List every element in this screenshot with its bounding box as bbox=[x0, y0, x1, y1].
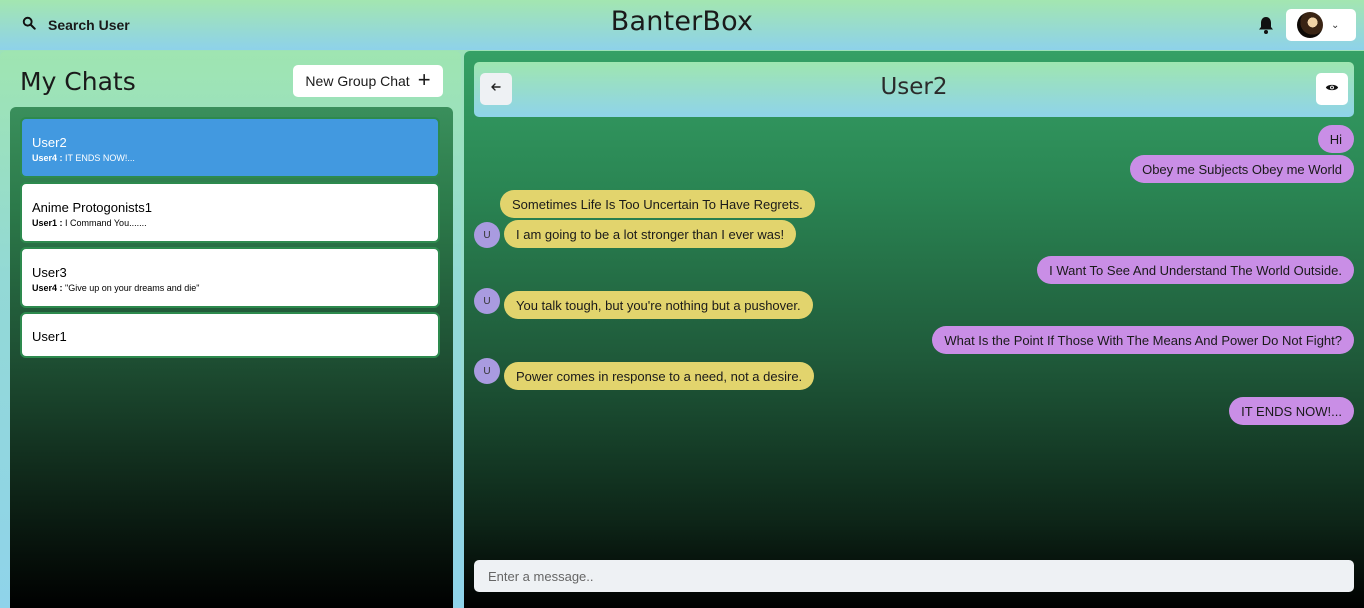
new-group-chat-label: New Group Chat bbox=[305, 73, 410, 89]
chevron-down-icon: ⌄ bbox=[1331, 19, 1340, 31]
chat-preview: User4 : IT ENDS NOW!... bbox=[32, 153, 428, 163]
app-title: BanterBox bbox=[610, 6, 754, 37]
sender-avatar[interactable]: U bbox=[474, 358, 500, 384]
eye-icon bbox=[1325, 80, 1339, 98]
back-button[interactable] bbox=[480, 73, 512, 105]
chat-name: User2 bbox=[32, 135, 67, 150]
search-label: Search User bbox=[48, 17, 130, 33]
chat-name: Anime Protogonists1 bbox=[32, 200, 152, 215]
chat-name: User3 bbox=[32, 265, 67, 280]
message-bubble-mine: What Is the Point If Those With The Mean… bbox=[932, 326, 1354, 354]
message-bubble-theirs: Power comes in response to a need, not a… bbox=[504, 362, 815, 390]
bell-icon[interactable] bbox=[1257, 15, 1275, 35]
top-bar: Search User BanterBox ⌄ bbox=[0, 0, 1364, 50]
chat-preview-sender: User4 : bbox=[32, 283, 63, 293]
new-group-chat-button[interactable]: New Group Chat + bbox=[293, 65, 443, 97]
profile-menu-button[interactable]: ⌄ bbox=[1286, 9, 1356, 41]
chat-preview-sender: User1 : bbox=[32, 218, 63, 228]
chat-item-user1[interactable]: User1 bbox=[20, 312, 440, 358]
message-bubble-theirs: You talk tough, but you're nothing but a… bbox=[504, 291, 813, 319]
search-icon bbox=[22, 16, 36, 35]
chat-title: User2 bbox=[880, 74, 948, 100]
my-chats-title: My Chats bbox=[20, 67, 136, 96]
search-user-button[interactable]: Search User bbox=[14, 8, 138, 42]
chat-list: User2 User4 : IT ENDS NOW!... Anime Prot… bbox=[10, 107, 453, 608]
chat-preview-text: IT ENDS NOW!... bbox=[65, 153, 135, 163]
message-bubble-mine: Hi bbox=[1317, 125, 1354, 153]
message-bubble-mine: IT ENDS NOW!... bbox=[1229, 397, 1354, 425]
user-avatar bbox=[1297, 12, 1323, 38]
arrow-left-icon bbox=[490, 80, 502, 98]
chat-preview: User4 : "Give up on your dreams and die" bbox=[32, 283, 428, 293]
message-input[interactable] bbox=[474, 560, 1354, 592]
chat-preview: User1 : I Command You....... bbox=[32, 218, 428, 228]
message-bubble-mine: Obey me Subjects Obey me World bbox=[1130, 155, 1354, 183]
chat-preview-sender: User4 : bbox=[32, 153, 63, 163]
sender-avatar[interactable]: U bbox=[474, 288, 500, 314]
chat-item-user2[interactable]: User2 User4 : IT ENDS NOW!... bbox=[20, 117, 440, 178]
my-chats-panel: My Chats New Group Chat + User2 User4 : … bbox=[0, 51, 461, 608]
sender-avatar[interactable]: U bbox=[474, 222, 500, 248]
chat-name: User1 bbox=[32, 329, 67, 344]
chat-preview-text: "Give up on your dreams and die" bbox=[65, 283, 200, 293]
plus-icon: + bbox=[417, 67, 431, 92]
chat-panel: User2 Hi Obey me Subjects Obey me World … bbox=[464, 51, 1364, 608]
view-profile-button[interactable] bbox=[1316, 73, 1348, 105]
message-bubble-theirs: Sometimes Life Is Too Uncertain To Have … bbox=[500, 190, 815, 218]
chat-preview-text: I Command You....... bbox=[65, 218, 147, 228]
message-bubble-mine: I Want To See And Understand The World O… bbox=[1037, 256, 1354, 284]
message-bubble-theirs: I am going to be a lot stronger than I e… bbox=[504, 220, 797, 248]
chat-header: User2 bbox=[474, 62, 1354, 117]
chat-item-anime-protogonists1[interactable]: Anime Protogonists1 User1 : I Command Yo… bbox=[20, 182, 440, 243]
chat-item-user3[interactable]: User3 User4 : "Give up on your dreams an… bbox=[20, 247, 440, 308]
